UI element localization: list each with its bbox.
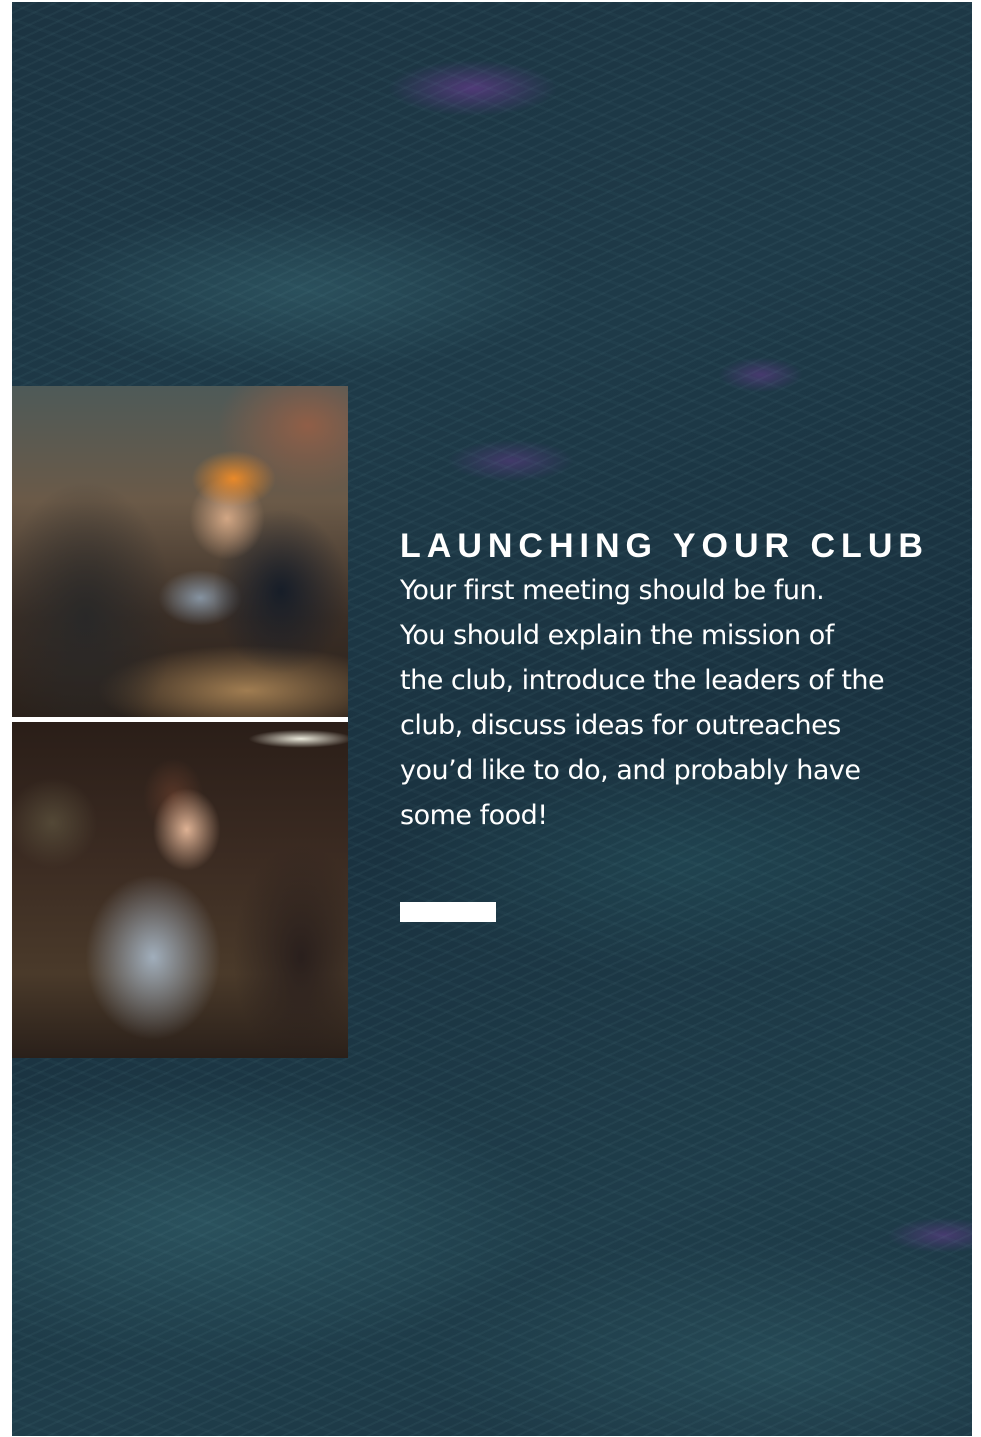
photo-smiling-young-woman	[12, 722, 348, 1058]
content-block: LAUNCHING YOUR CLUB Your first meeting s…	[400, 524, 960, 838]
section-heading: LAUNCHING YOUR CLUB	[400, 527, 929, 565]
body-line: You should explain the mission of	[400, 620, 834, 651]
section-body: Your first meeting should be fun. You sh…	[400, 568, 940, 838]
body-line: some food!	[400, 800, 548, 831]
body-line: club, discuss ideas for outreaches	[400, 710, 841, 741]
body-line: the club, introduce the leaders of the	[400, 665, 885, 696]
photo-collage	[12, 386, 348, 1058]
photo-young-man-with-phone	[12, 386, 348, 717]
body-line: you’d like to do, and probably have	[400, 755, 861, 786]
body-line: Your first meeting should be fun.	[400, 575, 825, 606]
decorative-bar	[400, 902, 496, 922]
page-background: LAUNCHING YOUR CLUB Your first meeting s…	[12, 2, 972, 1436]
